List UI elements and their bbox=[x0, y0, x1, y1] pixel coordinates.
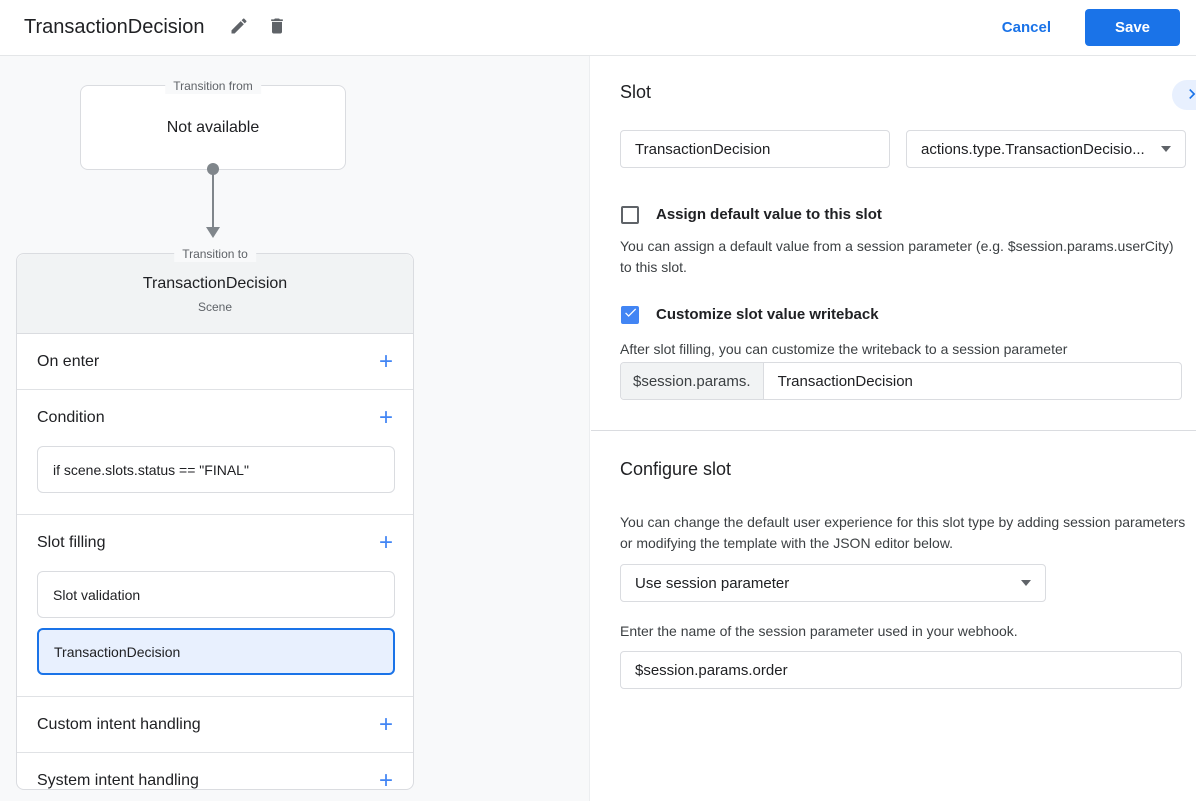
slot-type-dropdown[interactable]: actions.type.TransactionDecisio... bbox=[906, 130, 1186, 168]
session-param-label: Enter the name of the session parameter … bbox=[620, 623, 1018, 639]
slot-filling-label: Slot filling bbox=[37, 534, 106, 551]
configure-slot-heading: Configure slot bbox=[620, 459, 732, 479]
transition-from-legend: Transition from bbox=[165, 78, 261, 94]
writeback-checkbox[interactable] bbox=[621, 306, 639, 324]
transition-from-content: Not available bbox=[166, 118, 260, 136]
scene-editor: TransactionDecision Cancel Save Transiti… bbox=[0, 0, 1196, 801]
assign-default-description: You can assign a default value from a se… bbox=[620, 238, 1174, 275]
save-button[interactable]: Save bbox=[1085, 9, 1180, 46]
system-intent-label: System intent handling bbox=[37, 772, 199, 789]
slot-name-input[interactable]: TransactionDecision bbox=[620, 130, 890, 168]
writeback-label: Customize slot value writeback bbox=[656, 306, 879, 323]
add-slot-icon[interactable]: + bbox=[379, 531, 393, 555]
on-enter-label: On enter bbox=[37, 352, 100, 370]
section-divider bbox=[591, 430, 1196, 431]
condition-label: Condition bbox=[37, 409, 105, 426]
assign-default-label: Assign default value to this slot bbox=[656, 206, 882, 223]
section-row-system-intent[interactable]: System intent handling + bbox=[17, 753, 413, 801]
add-condition-icon[interactable]: + bbox=[379, 406, 393, 430]
slot-config-mode-value: Use session parameter bbox=[635, 574, 790, 592]
session-param-input[interactable]: $session.params.order bbox=[620, 651, 1182, 689]
transition-from-box: Transition from Not available bbox=[80, 78, 346, 170]
cancel-button[interactable]: Cancel bbox=[1002, 19, 1051, 36]
connector-line bbox=[212, 173, 214, 229]
section-row-condition[interactable]: Condition + bbox=[17, 390, 413, 446]
slot-detail-panel: Slot TransactionDecision actions.type.Tr… bbox=[591, 56, 1196, 801]
slot-item-transaction-decision[interactable]: TransactionDecision bbox=[37, 628, 395, 675]
section-row-slot-filling[interactable]: Slot filling + bbox=[17, 515, 413, 571]
dropdown-caret-icon bbox=[1021, 580, 1031, 586]
section-condition: Condition + if scene.slots.status == "FI… bbox=[17, 390, 413, 515]
section-row-on-enter[interactable]: On enter + bbox=[17, 334, 413, 390]
chevron-right-icon bbox=[1182, 84, 1196, 107]
section-slot-filling: Slot filling + Slot validation Transacti… bbox=[17, 515, 413, 697]
section-row-custom-intent[interactable]: Custom intent handling + bbox=[17, 697, 413, 753]
writeback-description: After slot filling, you can customize th… bbox=[620, 341, 1068, 357]
top-bar: TransactionDecision Cancel Save bbox=[0, 0, 1196, 56]
scene-subtitle: Scene bbox=[197, 300, 233, 314]
delete-scene-button[interactable] bbox=[260, 11, 294, 45]
writeback-prefix: $session.params. bbox=[621, 363, 764, 399]
dropdown-caret-icon bbox=[1161, 146, 1171, 152]
collapse-panel-button[interactable] bbox=[1172, 80, 1196, 110]
edit-title-button[interactable] bbox=[222, 11, 256, 45]
configure-slot-description: You can change the default user experien… bbox=[620, 514, 1186, 551]
diagram-panel: Transition from Not available Transition… bbox=[0, 56, 590, 801]
assign-default-checkbox[interactable] bbox=[621, 206, 639, 224]
pencil-icon bbox=[229, 16, 249, 39]
connector-arrowhead-icon bbox=[206, 227, 220, 238]
add-on-enter-icon[interactable]: + bbox=[379, 349, 393, 374]
transition-to-card: Transition to TransactionDecision Scene … bbox=[16, 246, 414, 793]
trash-icon bbox=[267, 16, 287, 39]
writeback-input-group: $session.params. TransactionDecision bbox=[620, 362, 1182, 400]
slot-heading: Slot bbox=[620, 82, 652, 102]
page-title: TransactionDecision bbox=[24, 16, 205, 38]
scene-card-header: TransactionDecision Scene bbox=[17, 254, 413, 334]
condition-item[interactable]: if scene.slots.status == "FINAL" bbox=[37, 446, 395, 493]
add-system-intent-icon[interactable]: + bbox=[379, 769, 393, 793]
slot-config-mode-dropdown[interactable]: Use session parameter bbox=[620, 564, 1046, 602]
writeback-param-input[interactable]: TransactionDecision bbox=[764, 363, 1181, 399]
scene-title: TransactionDecision bbox=[142, 275, 288, 292]
slot-type-value: actions.type.TransactionDecisio... bbox=[921, 140, 1145, 158]
custom-intent-label: Custom intent handling bbox=[37, 715, 201, 733]
slot-item-validation[interactable]: Slot validation bbox=[37, 571, 395, 618]
add-custom-intent-icon[interactable]: + bbox=[379, 712, 393, 737]
check-icon bbox=[623, 305, 638, 325]
transition-to-legend: Transition to bbox=[174, 246, 256, 262]
